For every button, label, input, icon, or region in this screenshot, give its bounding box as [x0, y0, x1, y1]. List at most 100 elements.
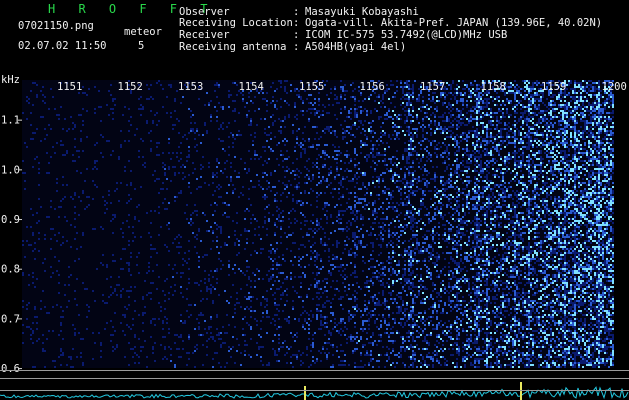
noise-pixel: [412, 350, 414, 352]
noise-pixel: [466, 322, 468, 324]
noise-pixel: [368, 154, 370, 156]
noise-pixel: [166, 318, 168, 320]
noise-pixel: [362, 324, 364, 326]
noise-pixel: [360, 120, 362, 122]
noise-pixel: [244, 308, 246, 310]
noise-pixel: [450, 228, 452, 230]
noise-pixel: [432, 236, 434, 238]
noise-pixel: [386, 260, 388, 262]
noise-pixel: [434, 304, 436, 306]
noise-pixel: [274, 298, 276, 300]
noise-pixel: [346, 154, 348, 156]
noise-pixel: [320, 328, 322, 330]
noise-pixel: [240, 134, 242, 136]
noise-pixel: [342, 228, 344, 230]
noise-pixel: [246, 298, 248, 300]
noise-pixel: [420, 218, 422, 220]
noise-pixel: [382, 314, 384, 316]
noise-pixel: [418, 154, 420, 156]
noise-pixel: [316, 304, 318, 306]
noise-pixel: [186, 298, 188, 300]
noise-pixel: [288, 218, 290, 220]
noise-pixel: [316, 318, 318, 320]
noise-pixel: [370, 336, 372, 338]
noise-pixel: [336, 158, 338, 160]
noise-pixel: [456, 150, 458, 152]
noise-pixel: [396, 238, 398, 240]
noise-pixel: [386, 168, 388, 170]
noise-pixel: [324, 306, 326, 308]
noise-pixel: [352, 336, 354, 338]
noise-pixel: [426, 296, 428, 298]
noise-pixel: [344, 248, 346, 250]
noise-pixel: [206, 286, 208, 288]
noise-pixel: [428, 276, 430, 278]
noise-pixel: [422, 260, 424, 262]
noise-pixel: [356, 182, 358, 184]
noise-pixel: [334, 178, 336, 180]
noise-pixel: [200, 300, 202, 302]
noise-pixel: [260, 336, 262, 338]
noise-pixel: [158, 276, 160, 278]
noise-pixel: [410, 262, 412, 264]
noise-pixel: [404, 82, 406, 84]
noise-pixel: [446, 240, 448, 242]
noise-pixel: [280, 212, 282, 214]
noise-pixel: [276, 288, 278, 290]
noise-pixel: [302, 244, 304, 246]
noise-pixel: [404, 172, 406, 174]
noise-pixel: [78, 156, 80, 158]
noise-pixel: [198, 326, 200, 328]
noise-pixel: [358, 188, 360, 190]
noise-pixel: [462, 138, 464, 140]
noise-pixel: [392, 362, 394, 364]
noise-pixel: [212, 194, 214, 196]
noise-pixel: [288, 348, 290, 350]
noise-pixel: [222, 108, 224, 110]
noise-pixel: [318, 176, 320, 178]
noise-pixel: [50, 276, 52, 278]
noise-pixel: [462, 80, 464, 82]
noise-pixel: [214, 270, 216, 272]
noise-pixel: [458, 122, 460, 124]
noise-pixel: [30, 124, 32, 126]
noise-pixel: [398, 162, 400, 164]
noise-pixel: [450, 98, 452, 100]
noise-pixel: [294, 318, 296, 320]
noise-pixel: [448, 330, 450, 332]
noise-pixel: [232, 134, 234, 136]
noise-pixel: [464, 306, 466, 308]
noise-pixel: [250, 204, 252, 206]
noise-pixel: [220, 196, 222, 198]
noise-pixel: [324, 342, 326, 344]
noise-pixel: [422, 96, 424, 98]
noise-pixel: [332, 254, 334, 256]
noise-pixel: [358, 230, 360, 232]
noise-pixel: [316, 112, 318, 114]
noise-pixel: [370, 354, 372, 356]
noise-pixel: [184, 322, 186, 324]
noise-pixel: [432, 98, 434, 100]
noise-pixel: [424, 264, 426, 266]
noise-pixel: [292, 242, 294, 244]
noise-pixel: [432, 324, 434, 326]
noise-pixel: [340, 180, 342, 182]
noise-pixel: [414, 234, 416, 236]
noise-pixel: [420, 268, 422, 270]
noise-pixel: [382, 190, 384, 192]
noise-pixel: [352, 284, 354, 286]
noise-pixel: [288, 168, 290, 170]
noise-pixel: [302, 312, 304, 314]
noise-pixel: [154, 170, 156, 172]
noise-pixel: [428, 124, 430, 126]
noise-pixel: [270, 174, 272, 176]
noise-pixel: [424, 148, 426, 150]
noise-pixel: [162, 188, 164, 190]
noise-pixel: [346, 188, 348, 190]
noise-pixel: [118, 276, 120, 278]
noise-pixel: [430, 306, 432, 308]
noise-pixel: [356, 112, 358, 114]
noise-pixel: [344, 334, 346, 336]
noise-pixel: [330, 92, 332, 94]
noise-pixel: [372, 342, 374, 344]
